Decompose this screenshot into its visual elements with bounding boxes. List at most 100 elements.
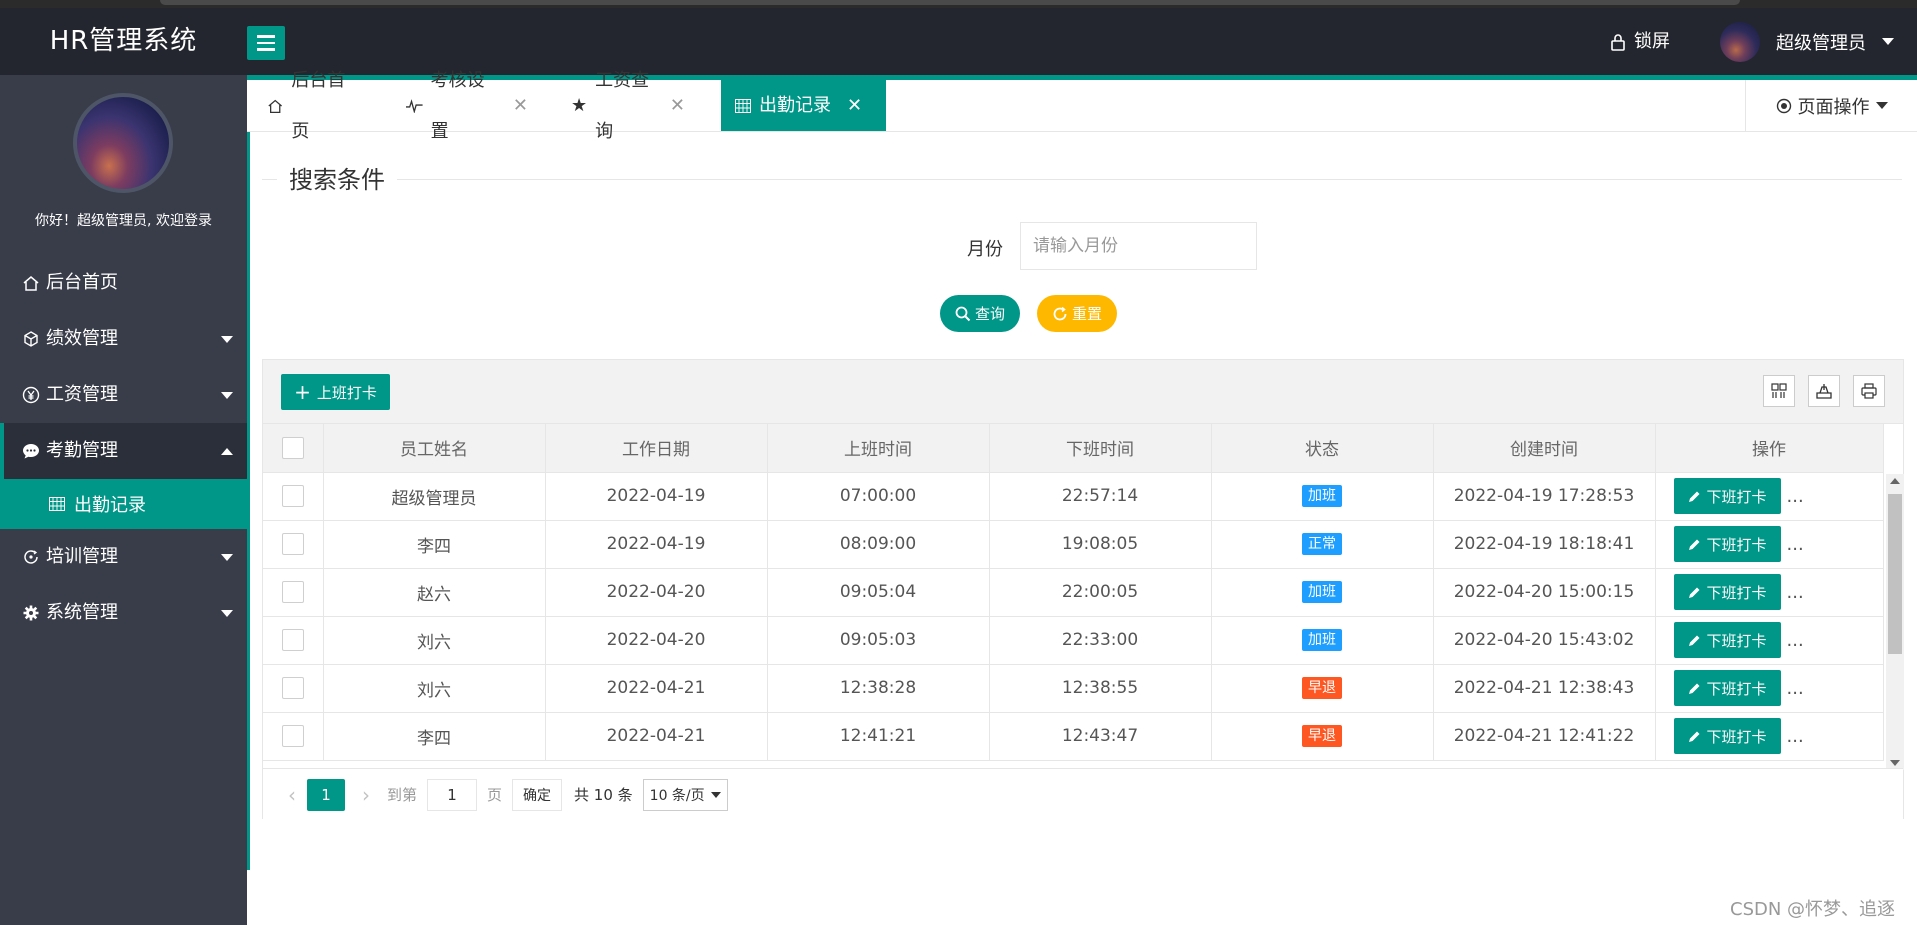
lock-screen-button[interactable]: 锁屏 bbox=[1610, 8, 1670, 75]
month-label: 月份 bbox=[967, 239, 1003, 260]
table-row: 李四 2022-04-21 12:41:21 12:43:47 早退 2022-04-21… bbox=[263, 712, 1884, 761]
cell-status: 早退 bbox=[1211, 712, 1434, 761]
sidebar-subitem-attendance-records[interactable]: 出勤记录 bbox=[0, 479, 247, 529]
chevron-up-icon bbox=[221, 448, 233, 455]
page-operations-dropdown[interactable]: 页面操作 bbox=[1745, 80, 1917, 131]
more-actions[interactable]: ... bbox=[1787, 678, 1804, 699]
row-checkbox[interactable] bbox=[281, 629, 304, 651]
tab-assessment-settings[interactable]: 考核设置 ✕ bbox=[392, 70, 542, 142]
more-actions[interactable]: ... bbox=[1787, 630, 1804, 651]
home-icon bbox=[22, 274, 40, 292]
chevron-down-icon bbox=[221, 610, 233, 617]
menu-toggle-button[interactable] bbox=[247, 26, 285, 60]
prev-page-icon[interactable]: ‹ bbox=[277, 783, 307, 807]
sidebar-item-attendance[interactable]: 考勤管理 bbox=[0, 423, 247, 479]
column-header[interactable]: 下班时间 bbox=[989, 424, 1212, 473]
cell-name: 刘六 bbox=[323, 616, 546, 665]
column-header[interactable]: 上班时间 bbox=[767, 424, 990, 473]
tab-home[interactable]: 后台首页 bbox=[253, 70, 371, 142]
column-header[interactable]: 操作 bbox=[1655, 424, 1884, 473]
tabs-bar: 后台首页 考核设置 ✕ ★ 工资查询 ✕ 出勤记录 ✕ 页面操作 bbox=[247, 70, 1917, 142]
column-header[interactable]: 创建时间 bbox=[1433, 424, 1656, 473]
clock-out-button[interactable]: 下班打卡 bbox=[1673, 718, 1781, 754]
hamburger-icon-bar bbox=[257, 41, 275, 45]
row-checkbox[interactable] bbox=[281, 485, 304, 507]
export-button[interactable] bbox=[1808, 375, 1840, 407]
attendance-table-panel: + 上班打卡 员工姓名 工作日期 上班时间 下班时间 状态 创建时间 操作 超级… bbox=[262, 359, 1904, 820]
cell-date: 2022-04-21 bbox=[545, 712, 768, 761]
scroll-down-arrow[interactable] bbox=[1890, 760, 1900, 766]
page-unit-label: 页 bbox=[487, 786, 503, 804]
tab-salary-query[interactable]: ★ 工资查询 ✕ bbox=[557, 70, 699, 142]
query-button[interactable]: 查询 bbox=[940, 295, 1020, 332]
chevron-down-icon bbox=[1882, 38, 1894, 45]
clock-out-button[interactable]: 下班打卡 bbox=[1673, 670, 1781, 706]
sidebar-item-training[interactable]: 培训管理 bbox=[0, 529, 247, 585]
row-checkbox[interactable] bbox=[281, 581, 304, 603]
reset-button[interactable]: 重置 bbox=[1037, 295, 1117, 332]
cell-actions: 下班打卡... bbox=[1655, 712, 1884, 761]
select-all-cell bbox=[263, 424, 324, 473]
row-checkbox[interactable] bbox=[281, 725, 304, 747]
cell-start-time: 09:05:03 bbox=[767, 616, 990, 665]
more-actions[interactable]: ... bbox=[1787, 486, 1804, 507]
browser-top-strip bbox=[0, 0, 1917, 8]
cell-status: 加班 bbox=[1211, 616, 1434, 665]
sidebar-item-label: 培训管理 bbox=[46, 546, 118, 567]
table-scrollbar[interactable] bbox=[1886, 474, 1904, 770]
clock-out-button[interactable]: 下班打卡 bbox=[1673, 526, 1781, 562]
more-actions[interactable]: ... bbox=[1787, 534, 1804, 555]
scroll-up-arrow[interactable] bbox=[1890, 478, 1900, 484]
print-icon bbox=[1861, 383, 1877, 399]
sidebar-item-label: 工资管理 bbox=[46, 384, 118, 405]
scrollbar-thumb[interactable] bbox=[1888, 494, 1902, 654]
cell-date: 2022-04-19 bbox=[545, 520, 768, 569]
next-page-icon[interactable]: › bbox=[351, 783, 381, 807]
chat-icon bbox=[22, 442, 40, 460]
goto-confirm-button[interactable]: 确定 bbox=[512, 778, 563, 811]
user-menu[interactable]: 超级管理员 bbox=[1720, 8, 1894, 75]
tab-attendance-records[interactable]: 出勤记录 ✕ bbox=[721, 80, 886, 131]
current-page-button[interactable]: 1 bbox=[307, 778, 345, 811]
print-button[interactable] bbox=[1853, 375, 1885, 407]
chevron-down-icon bbox=[1875, 102, 1888, 109]
cell-end-time: 19:08:05 bbox=[989, 520, 1212, 569]
clock-in-label: 上班打卡 bbox=[316, 383, 377, 402]
clock-out-button[interactable]: 下班打卡 bbox=[1673, 622, 1781, 658]
search-icon bbox=[955, 306, 971, 321]
columns-icon bbox=[1771, 383, 1787, 398]
month-input[interactable] bbox=[1020, 222, 1257, 270]
sidebar-item-salary[interactable]: 工资管理 bbox=[0, 367, 247, 423]
row-select-cell bbox=[263, 472, 324, 521]
column-header[interactable]: 状态 bbox=[1211, 424, 1434, 473]
edit-icon bbox=[1688, 539, 1699, 550]
app-header: HR管理系统 锁屏 超级管理员 bbox=[0, 8, 1917, 75]
cell-actions: 下班打卡... bbox=[1655, 616, 1884, 665]
clock-out-button[interactable]: 下班打卡 bbox=[1673, 574, 1781, 610]
watermark: CSDN @怀梦、追逐 bbox=[1730, 899, 1896, 920]
more-actions[interactable]: ... bbox=[1787, 582, 1804, 603]
clock-in-button[interactable]: + 上班打卡 bbox=[281, 374, 390, 410]
sidebar-item-system[interactable]: 系统管理 bbox=[0, 585, 247, 641]
row-select-cell bbox=[263, 664, 324, 713]
chevron-down-icon bbox=[221, 554, 233, 561]
attendance-table: 员工姓名 工作日期 上班时间 下班时间 状态 创建时间 操作 超级管理员 2022… bbox=[263, 424, 1884, 761]
cell-actions: 下班打卡... bbox=[1655, 520, 1884, 569]
more-actions[interactable]: ... bbox=[1787, 726, 1804, 747]
page-size-select[interactable]: 10 条/页 bbox=[642, 778, 728, 811]
goto-page-input[interactable] bbox=[427, 778, 478, 811]
sidebar-item-home[interactable]: 后台首页 bbox=[0, 255, 247, 311]
cell-status: 早退 bbox=[1211, 664, 1434, 713]
clock-out-button[interactable]: 下班打卡 bbox=[1673, 478, 1781, 514]
close-icon[interactable]: ✕ bbox=[670, 80, 685, 131]
column-header[interactable]: 员工姓名 bbox=[323, 424, 546, 473]
close-icon[interactable]: ✕ bbox=[513, 80, 528, 131]
row-checkbox[interactable] bbox=[281, 533, 304, 555]
select-all-checkbox[interactable] bbox=[281, 436, 304, 459]
clock-out-label: 下班打卡 bbox=[1706, 535, 1767, 554]
column-filter-button[interactable] bbox=[1763, 375, 1795, 407]
close-icon[interactable]: ✕ bbox=[847, 80, 862, 131]
sidebar-item-performance[interactable]: 绩效管理 bbox=[0, 311, 247, 367]
column-header[interactable]: 工作日期 bbox=[545, 424, 768, 473]
row-checkbox[interactable] bbox=[281, 677, 304, 699]
